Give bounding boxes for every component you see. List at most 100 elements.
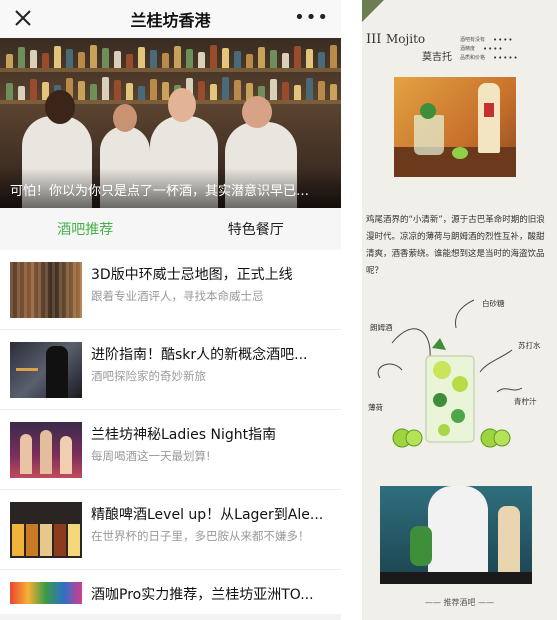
spec-rating: •••• bbox=[483, 45, 504, 53]
article-thumbnail bbox=[10, 342, 82, 398]
bottle bbox=[234, 51, 241, 68]
bottle bbox=[222, 77, 229, 100]
bottle bbox=[150, 50, 157, 68]
bottle bbox=[210, 45, 217, 68]
bottle bbox=[150, 79, 157, 100]
bottle bbox=[18, 86, 25, 100]
bottle bbox=[102, 48, 109, 68]
chef-head bbox=[45, 90, 75, 124]
ingredient-label-lime: 青柠汁 bbox=[514, 397, 537, 406]
bottle bbox=[270, 50, 277, 68]
mojito-detail-screen: III Mojito 莫吉托 酒吧有没有 •••• 酒精度 •••• 品质和价格 ••… bbox=[362, 0, 557, 620]
bottle bbox=[330, 84, 337, 100]
bottle bbox=[30, 50, 37, 68]
bottle bbox=[318, 81, 325, 100]
bottle bbox=[174, 46, 181, 68]
category-tabs: 酒吧推荐 特色餐厅 bbox=[0, 208, 341, 250]
bottle bbox=[90, 45, 97, 68]
article-list: 3D版中环威士忌地图，正式上线 跟着专业酒评人，寻找本命威士忌 进阶指南！酷sk… bbox=[0, 250, 341, 614]
bottle bbox=[30, 79, 37, 100]
list-item[interactable]: 进阶指南！酷skr人的新概念酒吧... 酒吧探险家的奇妙新旅 bbox=[0, 330, 341, 410]
nav-bar: 兰桂坊香港 ••• bbox=[0, 0, 341, 38]
bottle bbox=[90, 84, 97, 100]
article-thumbnail bbox=[10, 422, 82, 478]
bottle bbox=[210, 84, 217, 100]
article-subtitle: 跟着专业酒评人，寻找本命威士忌 bbox=[91, 289, 264, 303]
bottle bbox=[318, 52, 325, 68]
chef-head bbox=[113, 104, 137, 132]
bottle bbox=[198, 52, 205, 68]
bottle bbox=[78, 81, 85, 100]
bottle bbox=[222, 48, 229, 68]
article-title: 兰桂坊神秘Ladies Night指南 bbox=[91, 427, 277, 443]
bottle bbox=[78, 52, 85, 68]
bottle bbox=[282, 82, 289, 100]
cocktail-name-cn: 莫吉托 bbox=[422, 52, 452, 63]
article-title: 酒咖Pro实力推荐，兰桂坊亚洲TO... bbox=[91, 587, 314, 603]
bottle bbox=[246, 54, 253, 68]
close-icon[interactable] bbox=[12, 7, 34, 29]
corner-decoration bbox=[362, 0, 384, 22]
list-item[interactable]: 精酿啤酒Level up！从Lager到Ale... 在世界杯的日子里，多巴胺从… bbox=[0, 490, 341, 570]
bottle bbox=[138, 86, 145, 100]
bottle bbox=[18, 47, 25, 68]
ingredients-diagram: 白砂糖 朗姆酒 苏打水 薄荷 青柠汁 bbox=[362, 288, 557, 458]
article-subtitle: 酒吧探险家的奇妙新旅 bbox=[91, 369, 206, 383]
chef-head bbox=[168, 88, 196, 122]
article-title: 进阶指南！酷skr人的新概念酒吧... bbox=[91, 347, 308, 363]
chef-head bbox=[242, 96, 272, 128]
ingredient-label-soda: 苏打水 bbox=[518, 341, 541, 350]
bottle bbox=[114, 80, 121, 100]
hero-caption: 可怕！你以为你只是点了一杯酒，其实潜意识早已… bbox=[0, 168, 341, 208]
bottle bbox=[294, 85, 301, 100]
bottle bbox=[42, 53, 49, 68]
bartender-photo bbox=[380, 486, 532, 584]
spec-rating: •••• bbox=[493, 36, 514, 44]
article-subtitle: 在世界杯的日子里，多巴胺从来都不嫌多！ bbox=[91, 529, 310, 543]
article-title: 3D版中环威士忌地图，正式上线 bbox=[91, 267, 293, 283]
article-subtitle: 每周喝酒这一天最划算! bbox=[91, 449, 211, 463]
ingredient-label-rum: 朗姆酒 bbox=[370, 323, 393, 332]
bottle bbox=[258, 47, 265, 68]
bottle bbox=[306, 49, 313, 68]
page-title: 兰桂坊香港 bbox=[130, 11, 211, 30]
bottle bbox=[306, 78, 313, 100]
tab-restaurants[interactable]: 特色餐厅 bbox=[171, 208, 342, 250]
article-thumbnail bbox=[10, 502, 82, 558]
bottle bbox=[102, 77, 109, 100]
ingredient-label-mint: 薄荷 bbox=[368, 403, 383, 412]
bottle bbox=[234, 80, 241, 100]
bottle bbox=[126, 83, 133, 100]
article-thumbnail bbox=[10, 582, 82, 604]
list-item[interactable]: 3D版中环威士忌地图，正式上线 跟着专业酒评人，寻找本命威士忌 bbox=[0, 250, 341, 330]
ingredient-arrows bbox=[377, 299, 523, 448]
bottle bbox=[330, 45, 337, 68]
bottle bbox=[162, 82, 169, 100]
bottle bbox=[138, 47, 145, 68]
bottle bbox=[6, 83, 13, 100]
bottle bbox=[126, 54, 133, 68]
article-list-screen: 兰桂坊香港 ••• 可怕！你以为你只是点了一杯酒，其实潜意识早已… 酒吧推荐 特… bbox=[0, 0, 341, 620]
bottle bbox=[282, 53, 289, 68]
cocktail-description: 鸡尾酒界的“小清新”，源于古巴革命时期的旧浪漫时代。凉凉的薄荷与朗姆酒的烈性互补… bbox=[366, 215, 545, 276]
more-icon[interactable]: ••• bbox=[294, 8, 329, 28]
tab-bar-recommend[interactable]: 酒吧推荐 bbox=[0, 208, 171, 250]
mojito-photo bbox=[394, 77, 516, 177]
bottle bbox=[186, 49, 193, 68]
list-item[interactable]: 兰桂坊神秘Ladies Night指南 每周喝酒这一天最划算! bbox=[0, 410, 341, 490]
list-item[interactable]: 酒咖Pro实力推荐，兰桂坊亚洲TO... bbox=[0, 570, 341, 614]
spec-label: 酒吧有没有 bbox=[460, 37, 486, 43]
shelf bbox=[0, 68, 341, 72]
bottle bbox=[294, 46, 301, 68]
bottle bbox=[54, 46, 61, 68]
hero-banner[interactable]: 可怕！你以为你只是点了一杯酒，其实潜意识早已… bbox=[0, 38, 341, 208]
bottle bbox=[162, 53, 169, 68]
spec-label: 品质和价格 bbox=[460, 55, 486, 61]
ingredient-label-sugar: 白砂糖 bbox=[482, 299, 505, 308]
spec-label: 酒精度 bbox=[460, 46, 476, 52]
cocktail-name-en: Mojito bbox=[386, 32, 426, 46]
article-thumbnail bbox=[10, 262, 82, 318]
cocktail-specs: 酒吧有没有 •••• 酒精度 •••• 品质和价格 ••••• bbox=[460, 36, 519, 63]
article-title: 精酿啤酒Level up！从Lager到Ale... bbox=[91, 507, 324, 523]
bottle bbox=[6, 54, 13, 68]
